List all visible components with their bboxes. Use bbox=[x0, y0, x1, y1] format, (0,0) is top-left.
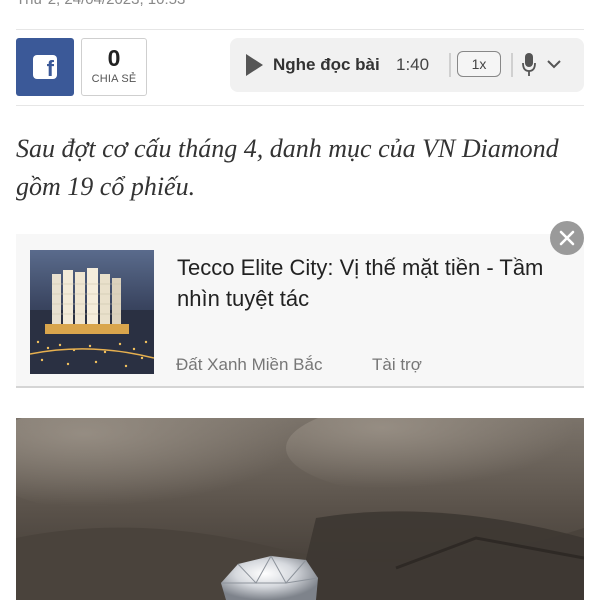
chevron-down-icon[interactable] bbox=[546, 56, 562, 72]
play-icon[interactable] bbox=[246, 54, 263, 76]
close-ad-button[interactable] bbox=[550, 221, 584, 255]
playback-speed-button[interactable]: 1x bbox=[457, 51, 501, 77]
audio-duration: 1:40 bbox=[396, 55, 430, 74]
divider bbox=[16, 29, 584, 30]
sponsored-ad-card[interactable]: Tecco Elite City: Vị thế mặt tiền - Tầm … bbox=[16, 234, 584, 388]
divider bbox=[449, 53, 451, 77]
ad-thumbnail[interactable] bbox=[30, 250, 154, 374]
facebook-share-button[interactable]: f bbox=[16, 38, 74, 96]
ad-source[interactable]: Đất Xanh Miền Bắc bbox=[176, 355, 322, 375]
share-count: 0 bbox=[107, 45, 121, 71]
close-icon bbox=[559, 230, 575, 246]
share-count-label: CHIA SẺ bbox=[91, 73, 137, 85]
share-count-box: 0 CHIA SẺ bbox=[81, 38, 147, 96]
article-lead: Sau đợt cơ cấu tháng 4, danh mục của VN … bbox=[16, 134, 559, 201]
ad-title[interactable]: Tecco Elite City: Vị thế mặt tiền - Tầm … bbox=[177, 252, 557, 314]
article-hero-image bbox=[16, 418, 584, 600]
divider bbox=[16, 105, 584, 106]
audio-player: Nghe đọc bài 1:40 1x bbox=[230, 38, 584, 92]
audio-label[interactable]: Nghe đọc bài bbox=[273, 55, 380, 75]
divider bbox=[511, 53, 513, 77]
microphone-icon[interactable] bbox=[522, 52, 536, 78]
ad-sponsor-label: Tài trợ bbox=[372, 355, 422, 374]
publish-date: Thứ 2, 24/04/2023, 10:53 bbox=[16, 0, 185, 8]
facebook-icon: f bbox=[33, 55, 57, 80]
